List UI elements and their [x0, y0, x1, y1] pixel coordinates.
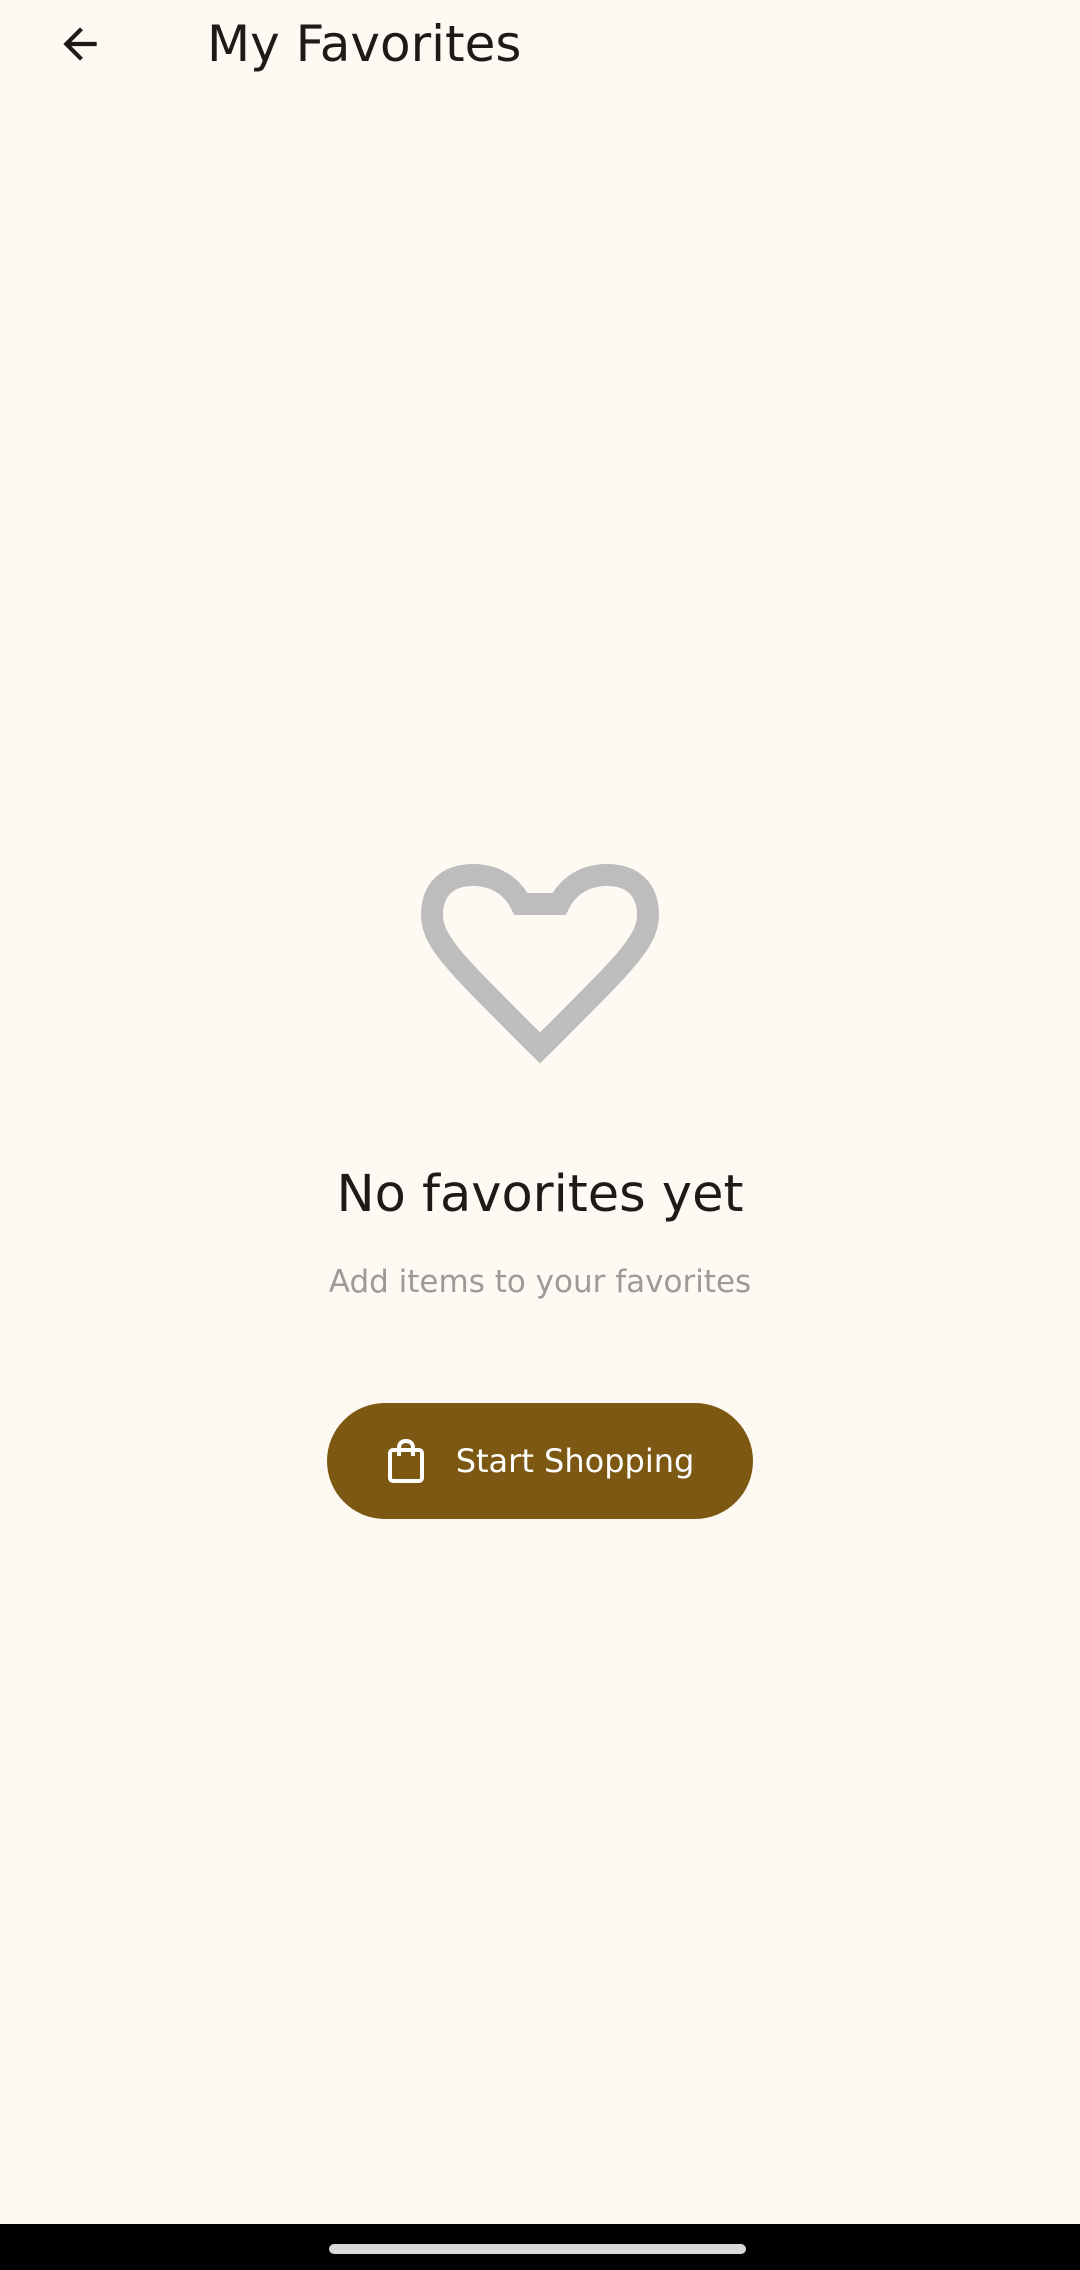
start-shopping-label: Start Shopping [455, 1442, 695, 1480]
shopping-bag-icon [386, 1438, 426, 1484]
empty-state-title: No favorites yet [336, 1165, 744, 1224]
arrow-back-icon [63, 27, 97, 61]
app-bar: My Favorites [0, 0, 1080, 88]
home-indicator[interactable] [329, 2244, 746, 2254]
page-title: My Favorites [207, 15, 522, 73]
system-navigation-bar [0, 2224, 1080, 2270]
start-shopping-button[interactable]: Start Shopping [327, 1403, 753, 1519]
heart-outline-icon [420, 863, 660, 1064]
back-button[interactable] [40, 0, 120, 88]
empty-state-subtitle: Add items to your favorites [328, 1264, 752, 1300]
